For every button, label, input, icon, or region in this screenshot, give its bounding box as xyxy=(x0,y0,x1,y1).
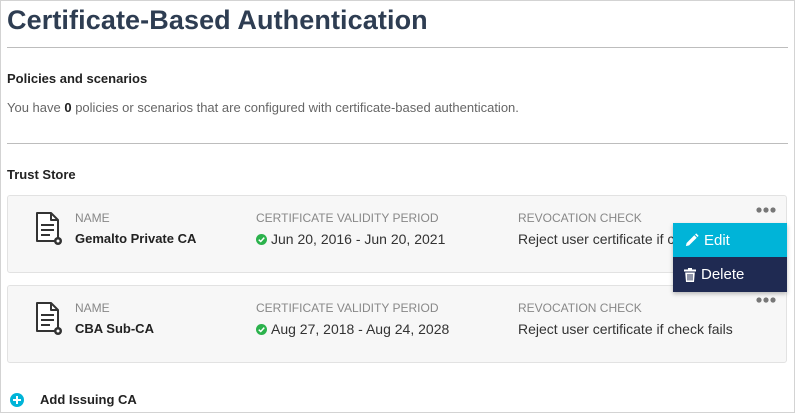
plus-circle-icon xyxy=(10,392,24,407)
validity-value: Aug 27, 2018 - Aug 24, 2028 xyxy=(256,321,449,337)
validity-label: CERTIFICATE VALIDITY PERIOD xyxy=(256,211,439,225)
add-issuing-ca-label: Add Issuing CA xyxy=(40,392,137,407)
more-dots-icon[interactable] xyxy=(756,296,776,304)
trash-icon xyxy=(684,267,696,282)
validity-label: CERTIFICATE VALIDITY PERIOD xyxy=(256,301,439,315)
name-label: NAME xyxy=(75,211,110,225)
check-circle-icon xyxy=(256,324,267,335)
revocation-value: Reject user certificate if check fails xyxy=(518,231,678,247)
edit-menu-item[interactable]: Edit xyxy=(673,223,787,257)
trust-store-card-2: NAME CBA Sub-CA CERTIFICATE VALIDITY PER… xyxy=(7,285,787,363)
page-title: Certificate-Based Authentication xyxy=(7,5,428,35)
validity-period: Jun 20, 2016 - Jun 20, 2021 xyxy=(271,231,446,247)
policies-heading: Policies and scenarios xyxy=(7,71,148,86)
delete-menu-item[interactable]: Delete xyxy=(673,257,787,292)
check-circle-icon xyxy=(256,234,267,245)
card-context-menu: Edit Delete xyxy=(673,223,787,292)
pencil-icon xyxy=(685,232,699,246)
name-label: NAME xyxy=(75,301,110,315)
policies-text-before: You have xyxy=(7,100,65,115)
revocation-value: Reject user certificate if check fails xyxy=(518,321,733,337)
validity-value: Jun 20, 2016 - Jun 20, 2021 xyxy=(256,231,445,247)
policies-text-after: policies or scenarios that are configure… xyxy=(71,100,519,115)
revocation-label: REVOCATION CHECK xyxy=(518,301,642,315)
add-issuing-ca-button[interactable]: Add Issuing CA xyxy=(10,392,137,407)
document-certificate-icon xyxy=(36,212,62,245)
delete-label: Delete xyxy=(701,266,745,283)
policies-count: 0 xyxy=(64,100,72,115)
trust-store-heading: Trust Store xyxy=(7,167,76,182)
policies-divider xyxy=(7,143,788,144)
ca-name: Gemalto Private CA xyxy=(75,231,197,246)
title-divider xyxy=(7,47,788,48)
policies-summary: You have 0 policies or scenarios that ar… xyxy=(7,100,519,115)
validity-period: Aug 27, 2018 - Aug 24, 2028 xyxy=(271,321,450,337)
revocation-label: REVOCATION CHECK xyxy=(518,211,642,225)
ca-name: CBA Sub-CA xyxy=(75,321,154,336)
document-certificate-icon xyxy=(36,302,62,335)
edit-label: Edit xyxy=(704,231,730,249)
trust-store-card-1: NAME Gemalto Private CA CERTIFICATE VALI… xyxy=(7,195,787,273)
more-dots-icon[interactable] xyxy=(756,206,776,214)
